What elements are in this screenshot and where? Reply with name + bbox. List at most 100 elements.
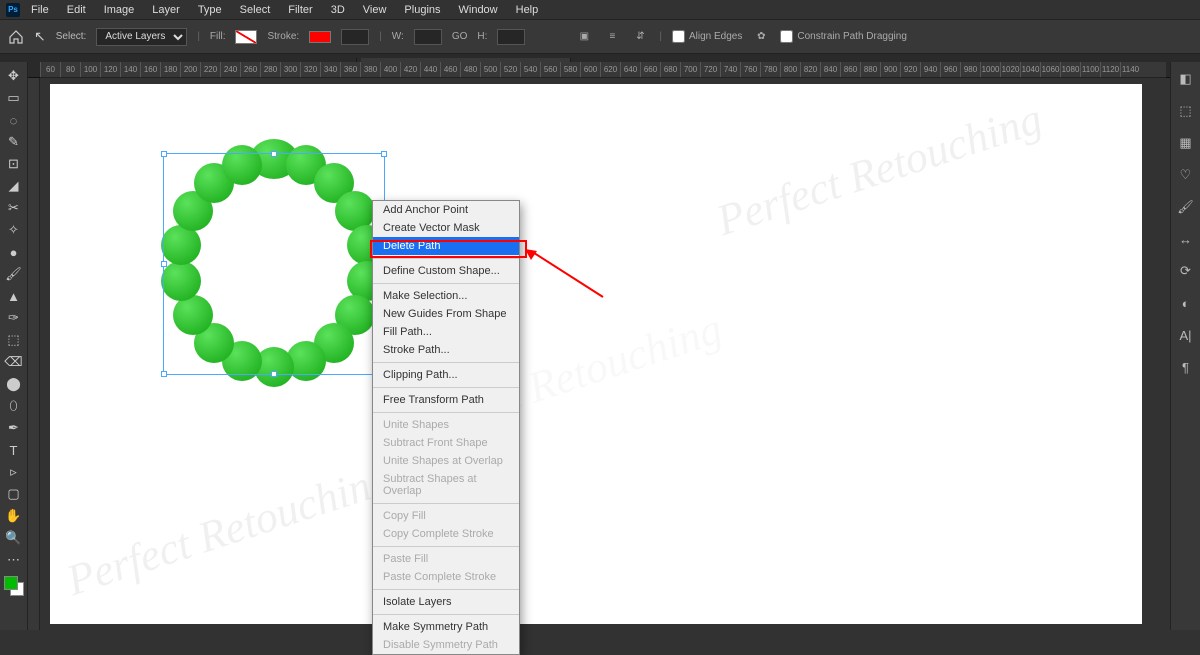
ruler-tick: 120 bbox=[100, 62, 120, 77]
height-field[interactable] bbox=[497, 29, 525, 45]
tool-13[interactable]: ⌫ bbox=[2, 352, 26, 372]
path-alignment-icon[interactable]: ≡ bbox=[603, 28, 621, 46]
tool-6[interactable]: ✂ bbox=[2, 198, 26, 218]
menu-plugins[interactable]: Plugins bbox=[397, 2, 447, 18]
tool-9[interactable]: 🖌 bbox=[2, 264, 26, 284]
tool-22[interactable]: ⋯ bbox=[2, 550, 26, 570]
ctx-delete-path[interactable]: Delete Path bbox=[373, 237, 519, 255]
ctx-make-selection-[interactable]: Make Selection... bbox=[373, 287, 519, 305]
ruler-tick: 660 bbox=[640, 62, 660, 77]
ruler-tick: 80 bbox=[60, 62, 80, 77]
ruler-tick: 900 bbox=[880, 62, 900, 77]
tool-16[interactable]: ✒ bbox=[2, 418, 26, 438]
panel-btn-9[interactable]: ¶ bbox=[1175, 356, 1197, 378]
ctx-create-vector-mask[interactable]: Create Vector Mask bbox=[373, 219, 519, 237]
menu-help[interactable]: Help bbox=[509, 2, 546, 18]
stroke-label: Stroke: bbox=[267, 31, 299, 42]
panel-btn-3[interactable]: ♡ bbox=[1175, 164, 1197, 186]
align-edges-label: Align Edges bbox=[689, 31, 742, 42]
menu-select[interactable]: Select bbox=[233, 2, 278, 18]
ctx-fill-path-[interactable]: Fill Path... bbox=[373, 323, 519, 341]
ruler-tick: 280 bbox=[260, 62, 280, 77]
tool-20[interactable]: ✋ bbox=[2, 506, 26, 526]
tool-10[interactable]: ▲ bbox=[2, 286, 26, 306]
tool-7[interactable]: ✧ bbox=[2, 220, 26, 240]
tool-21[interactable]: 🔍 bbox=[2, 528, 26, 548]
ruler-tick: 540 bbox=[520, 62, 540, 77]
ruler-horizontal: 6080100120140160180200220240260280300320… bbox=[40, 62, 1166, 78]
path-selection-icon[interactable]: ↖ bbox=[34, 28, 46, 45]
ruler-tick: 1140 bbox=[1120, 62, 1140, 77]
menu-type[interactable]: Type bbox=[191, 2, 229, 18]
tool-4[interactable]: ⊡ bbox=[2, 154, 26, 174]
ruler-tick: 60 bbox=[40, 62, 60, 77]
panel-btn-7[interactable]: ◐ bbox=[1175, 292, 1197, 314]
tool-8[interactable]: ● bbox=[2, 242, 26, 262]
menu-file[interactable]: File bbox=[24, 2, 56, 18]
color-swatches[interactable] bbox=[4, 576, 24, 596]
align-edges-checkbox[interactable] bbox=[672, 30, 685, 43]
tool-15[interactable]: ⬯ bbox=[2, 396, 26, 416]
tool-2[interactable]: ◌ bbox=[2, 110, 26, 130]
ruler-tick: 520 bbox=[500, 62, 520, 77]
ruler-tick: 1060 bbox=[1040, 62, 1060, 77]
tool-19[interactable]: ▢ bbox=[2, 484, 26, 504]
right-panels-strip: ◧ ⬚ ▦ ♡ 🖌 ↔ ⟳ ◐ A| ¶ bbox=[1170, 62, 1200, 630]
menu-view[interactable]: View bbox=[356, 2, 394, 18]
width-field[interactable] bbox=[414, 29, 442, 45]
path-arrangement-icon[interactable]: ⇵ bbox=[631, 28, 649, 46]
ctx-isolate-layers[interactable]: Isolate Layers bbox=[373, 593, 519, 611]
menu-3d[interactable]: 3D bbox=[324, 2, 352, 18]
menu-edit[interactable]: Edit bbox=[60, 2, 93, 18]
panel-btn-5[interactable]: ↔ bbox=[1175, 228, 1197, 250]
ctx-clipping-path-[interactable]: Clipping Path... bbox=[373, 366, 519, 384]
panel-btn-8[interactable]: A| bbox=[1175, 324, 1197, 346]
stroke-swatch[interactable] bbox=[309, 31, 331, 43]
tool-12[interactable]: ⬚ bbox=[2, 330, 26, 350]
panel-btn-0[interactable]: ◧ bbox=[1175, 68, 1197, 90]
tool-0[interactable]: ✥ bbox=[2, 66, 26, 86]
link-icon[interactable]: GO bbox=[452, 31, 468, 42]
ctx-new-guides-from-shape[interactable]: New Guides From Shape bbox=[373, 305, 519, 323]
fill-swatch[interactable] bbox=[235, 30, 257, 44]
ctx-paste-fill: Paste Fill bbox=[373, 550, 519, 568]
ruler-tick: 460 bbox=[440, 62, 460, 77]
ruler-tick: 240 bbox=[220, 62, 240, 77]
ctx-free-transform-path[interactable]: Free Transform Path bbox=[373, 391, 519, 409]
path-operations-icon[interactable]: ▣ bbox=[575, 28, 593, 46]
menu-window[interactable]: Window bbox=[452, 2, 505, 18]
menu-image[interactable]: Image bbox=[97, 2, 142, 18]
home-icon[interactable] bbox=[8, 30, 24, 44]
select-label: Select: bbox=[56, 31, 87, 42]
ring-dot bbox=[222, 145, 262, 185]
watermark: Perfect Retouching bbox=[60, 453, 398, 606]
panel-btn-2[interactable]: ▦ bbox=[1175, 132, 1197, 154]
ruler-tick: 380 bbox=[360, 62, 380, 77]
tool-18[interactable]: ▹ bbox=[2, 462, 26, 482]
ruler-tick: 860 bbox=[840, 62, 860, 77]
ruler-tick: 200 bbox=[180, 62, 200, 77]
tool-3[interactable]: ✎ bbox=[2, 132, 26, 152]
tool-14[interactable]: ⬤ bbox=[2, 374, 26, 394]
ctx-make-symmetry-path[interactable]: Make Symmetry Path bbox=[373, 618, 519, 636]
stroke-width-field[interactable] bbox=[341, 29, 369, 45]
panel-btn-6[interactable]: ⟳ bbox=[1175, 260, 1197, 282]
menu-filter[interactable]: Filter bbox=[281, 2, 319, 18]
tool-17[interactable]: T bbox=[2, 440, 26, 460]
tool-5[interactable]: ◢ bbox=[2, 176, 26, 196]
tool-11[interactable]: ✑ bbox=[2, 308, 26, 328]
ctx-add-anchor-point[interactable]: Add Anchor Point bbox=[373, 201, 519, 219]
constrain-checkbox[interactable] bbox=[780, 30, 793, 43]
tools-panel: ✥▭◌✎⊡◢✂✧●🖌▲✑⬚⌫⬤⬯✒T▹▢✋🔍⋯ bbox=[0, 62, 28, 630]
select-mode-dropdown[interactable]: Active Layers bbox=[96, 28, 187, 46]
ctx-define-custom-shape-[interactable]: Define Custom Shape... bbox=[373, 262, 519, 280]
ring-dot bbox=[161, 261, 201, 301]
gear-icon[interactable]: ✿ bbox=[752, 28, 770, 46]
ruler-tick: 100 bbox=[80, 62, 100, 77]
tool-1[interactable]: ▭ bbox=[2, 88, 26, 108]
ruler-tick: 1100 bbox=[1080, 62, 1100, 77]
panel-btn-1[interactable]: ⬚ bbox=[1175, 100, 1197, 122]
panel-btn-4[interactable]: 🖌 bbox=[1175, 196, 1197, 218]
menu-layer[interactable]: Layer bbox=[145, 2, 187, 18]
ctx-stroke-path-[interactable]: Stroke Path... bbox=[373, 341, 519, 359]
